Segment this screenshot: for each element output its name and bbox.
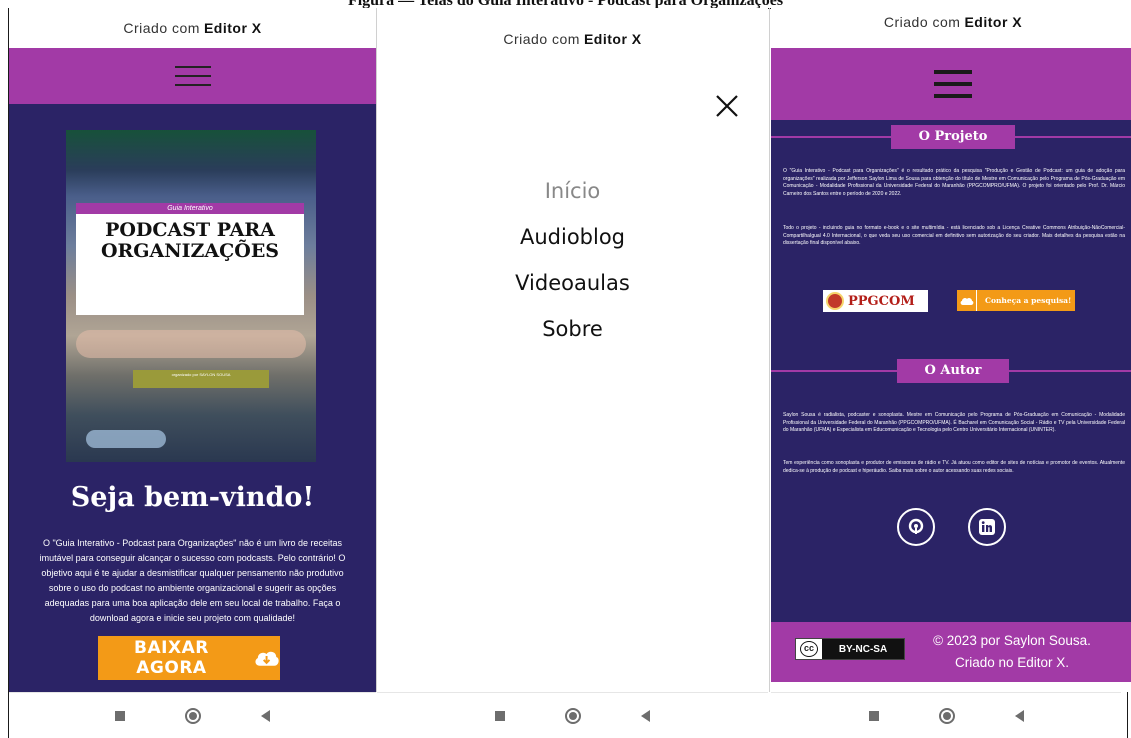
research-button[interactable]: Conheça a pesquisa!	[957, 290, 1075, 311]
social-link-podcast[interactable]	[897, 508, 935, 546]
cover-title: PODCAST PARA ORGANIZAÇÕES	[100, 219, 280, 262]
ufma-seal-icon	[826, 292, 844, 310]
hamburger-menu-icon[interactable]	[174, 66, 211, 86]
android-nav-bar	[377, 692, 768, 738]
recents-icon[interactable]	[115, 710, 125, 721]
home-icon[interactable]	[565, 707, 581, 724]
welcome-heading: Seja bem-vindo!	[70, 482, 315, 513]
editor-banner: Criado com Editor X	[377, 8, 768, 56]
download-button[interactable]: BAIXAR AGORA	[98, 636, 280, 680]
cc-license-badge[interactable]: cc BY-NC-SA	[795, 638, 905, 660]
cover-author: organizado por SAYLON SOUSA	[133, 370, 269, 388]
footer-text: © 2023 por Saylon Sousa. Criado no Edito…	[907, 630, 1117, 674]
author-paragraph-1: Saylon Sousa é radialista, podcaster e s…	[783, 412, 1125, 433]
phone-home-screen: Criado com Editor X Guia Interativo PODC…	[9, 8, 376, 692]
menu-item-inicio[interactable]: Início	[377, 168, 768, 214]
back-icon[interactable]	[261, 709, 270, 722]
editor-banner-brand: Editor X	[203, 20, 262, 36]
project-section-header: O Projeto	[771, 124, 1131, 150]
panel-divider	[769, 8, 770, 692]
editor-banner: Criado com Editor X	[771, 8, 1131, 48]
phone-about-screen: Criado com Editor X O Projeto O "Guia In…	[771, 8, 1131, 692]
editor-banner-brand: Editor X	[964, 14, 1023, 30]
editor-banner-prefix: Criado com	[123, 20, 200, 36]
header-bar	[9, 48, 376, 104]
android-nav-bar	[771, 692, 1121, 738]
about-content: O Projeto O "Guia Interativo - Podcast p…	[771, 120, 1131, 622]
phone-menu-screen: Criado com Editor X Início Audioblog Vid…	[377, 8, 768, 692]
download-button-label: BAIXAR AGORA	[134, 638, 209, 678]
author-paragraph-2: Tem experiência como sonoplasta e produt…	[783, 460, 1125, 474]
cc-symbol: cc	[800, 641, 818, 657]
home-icon[interactable]	[185, 707, 201, 724]
menu-item-audioblog[interactable]: Audioblog	[377, 214, 768, 260]
footer-created-with: Criado no Editor X.	[954, 655, 1070, 670]
author-heading: O Autor	[896, 359, 1010, 383]
home-content: Guia Interativo PODCAST PARA ORGANIZAÇÕE…	[9, 104, 376, 692]
project-paragraph-2: Todo o projeto - incluindo guia no forma…	[783, 225, 1125, 246]
editor-banner: Criado com Editor X	[9, 8, 376, 48]
hamburger-menu-icon[interactable]	[934, 70, 972, 98]
cloud-upload-icon	[957, 290, 977, 311]
creative-commons-icon: cc	[796, 639, 822, 659]
editor-banner-prefix: Criado com	[883, 14, 961, 30]
cover-ribbon: Guia Interativo	[76, 203, 304, 214]
research-button-label: Conheça a pesquisa!	[985, 296, 1072, 305]
linkedin-icon	[979, 519, 995, 535]
footer: cc BY-NC-SA © 2023 por Saylon Sousa. Cri…	[771, 622, 1131, 682]
project-heading: O Projeto	[890, 125, 1016, 149]
android-nav-bar	[9, 692, 376, 738]
close-icon[interactable]	[714, 93, 740, 119]
ppgcom-logo-text: PPGCOM	[848, 293, 915, 309]
book-cover[interactable]: Guia Interativo PODCAST PARA ORGANIZAÇÕE…	[66, 130, 316, 462]
recents-icon[interactable]	[868, 710, 879, 721]
recents-icon[interactable]	[495, 710, 505, 721]
editor-banner-brand: Editor X	[583, 31, 642, 47]
back-icon[interactable]	[1014, 709, 1024, 722]
ppgcom-logo: PPGCOM	[823, 290, 928, 312]
footer-copyright: © 2023 por Saylon Sousa.	[933, 633, 1091, 648]
cover-title-card: Guia Interativo PODCAST PARA ORGANIZAÇÕE…	[76, 203, 304, 388]
cloud-download-icon	[255, 651, 279, 666]
menu-item-videoaulas[interactable]: Videoaulas	[377, 260, 768, 306]
back-icon[interactable]	[641, 709, 650, 722]
author-section-header: O Autor	[771, 358, 1131, 384]
menu-item-sobre[interactable]: Sobre	[377, 306, 768, 352]
podcast-icon	[908, 518, 924, 534]
project-paragraph-1: O "Guia Interativo - Podcast para Organi…	[783, 168, 1125, 197]
navigation-menu: Início Audioblog Videoaulas Sobre	[377, 168, 768, 352]
intro-text: O "Guia Interativo - Podcast para Organi…	[39, 538, 346, 623]
cc-license-label: BY-NC-SA	[822, 639, 904, 659]
social-link-linkedin[interactable]	[968, 508, 1006, 546]
home-icon[interactable]	[938, 707, 955, 724]
panel-divider	[376, 8, 377, 692]
header-bar	[771, 48, 1131, 120]
editor-banner-prefix: Criado com	[503, 31, 580, 47]
figure-caption: Figura — Telas do Guia Interativo - Podc…	[0, 0, 1131, 8]
